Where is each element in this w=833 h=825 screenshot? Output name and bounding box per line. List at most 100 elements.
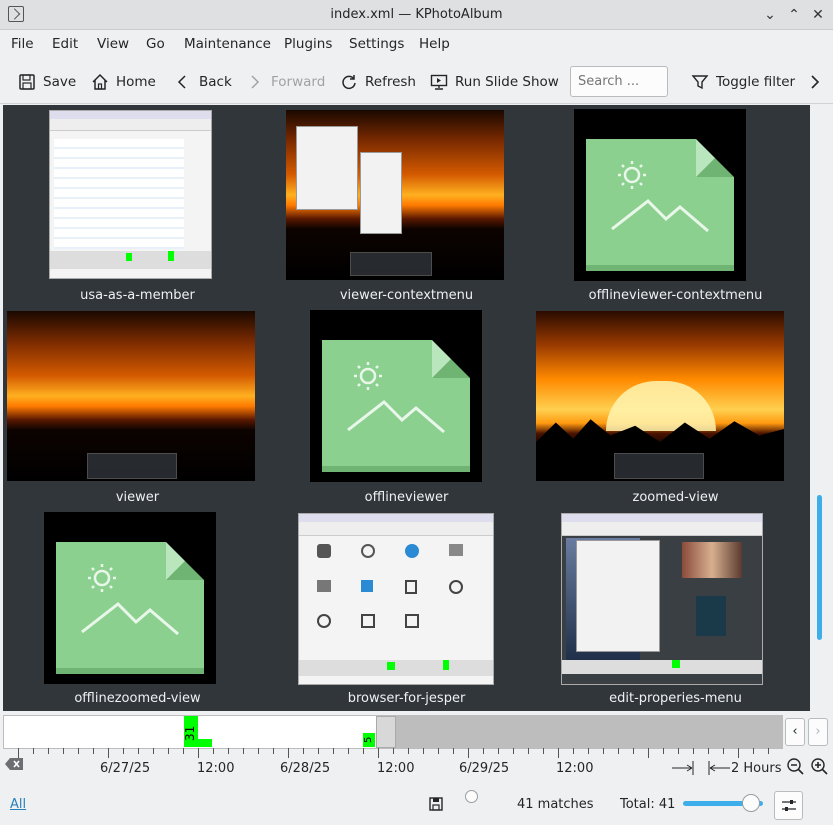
menu-bar: File Edit View Go Maintenance Plugins Se… xyxy=(0,31,833,57)
menu-plugins[interactable]: Plugins xyxy=(284,36,332,52)
ruler-tick xyxy=(738,748,739,758)
ruler-tick xyxy=(483,748,484,754)
ruler-tick xyxy=(513,748,514,754)
thumbnail-item[interactable]: viewer xyxy=(3,306,272,506)
maximize-icon[interactable]: ⌃ xyxy=(784,5,804,25)
time-label: 12:00 xyxy=(556,761,594,776)
run-slide-show-button[interactable]: Run Slide Show xyxy=(430,71,559,93)
thumbnail-caption: viewer-contextmenu xyxy=(339,288,474,303)
date-bar-focus-handle[interactable] xyxy=(376,716,396,748)
thumbnail-image[interactable] xyxy=(298,513,494,685)
ruler-tick xyxy=(333,748,334,754)
ruler-tick xyxy=(423,748,424,754)
ruler-tick xyxy=(648,748,649,758)
date-bar-count-label: 5 xyxy=(363,736,374,744)
ruler-tick xyxy=(693,748,694,754)
ruler-tick xyxy=(363,748,364,754)
settings-toggle-button[interactable] xyxy=(774,791,803,820)
title-bar: index.xml — KPhotoAlbum ⌄ ⌃ ✕ xyxy=(0,0,833,30)
ruler-tick xyxy=(318,748,319,754)
menu-help[interactable]: Help xyxy=(419,36,450,52)
back-button[interactable]: Back xyxy=(174,71,232,93)
ruler-tick xyxy=(228,748,229,754)
thumbnail-item[interactable]: offlineviewer xyxy=(272,306,541,506)
ruler-tick xyxy=(213,748,214,754)
home-button[interactable]: Home xyxy=(91,71,156,93)
ruler-tick xyxy=(348,748,349,754)
date-label: 6/27/25 xyxy=(100,761,151,776)
save-icon xyxy=(19,74,35,90)
thumbnail-item[interactable]: offlineviewer-contextmenu xyxy=(541,105,810,305)
zoom-in-icon[interactable] xyxy=(810,757,828,775)
ruler-tick xyxy=(63,748,64,754)
menu-file[interactable]: File xyxy=(11,36,34,52)
thumbnail-image[interactable] xyxy=(536,311,784,481)
thumbnail-item[interactable]: edit-properies-menu xyxy=(541,508,810,708)
thumbnail-size-slider-handle[interactable] xyxy=(742,794,760,812)
refresh-button[interactable]: Refresh xyxy=(340,71,416,93)
ruler-tick xyxy=(273,748,274,754)
ruler-tick xyxy=(663,748,664,754)
ruler-tick xyxy=(243,748,244,754)
sliders-icon xyxy=(782,800,796,811)
offline-file-thumbnail[interactable] xyxy=(310,310,482,482)
minimize-icon[interactable]: ⌄ xyxy=(760,5,780,25)
filter-icon xyxy=(691,75,709,90)
ruler-tick xyxy=(258,748,259,754)
date-label: 6/28/25 xyxy=(280,761,331,776)
ruler-tick xyxy=(138,748,139,754)
thumbnail-image[interactable] xyxy=(286,110,504,280)
thumbnail-item[interactable]: zoomed-view xyxy=(536,306,810,506)
status-bar: All 41 matches Total: 41 xyxy=(0,787,833,825)
zoom-out-icon[interactable] xyxy=(786,757,804,775)
slideshow-icon xyxy=(430,74,448,90)
time-label: 12:00 xyxy=(377,761,415,776)
search-input[interactable] xyxy=(570,66,668,97)
offline-file-thumbnail[interactable] xyxy=(44,512,216,684)
date-bar-previous-button[interactable]: ‹ xyxy=(785,718,805,746)
save-button[interactable]: Save xyxy=(18,71,76,93)
thumbnail-image[interactable] xyxy=(49,110,212,279)
refresh-icon xyxy=(342,75,356,90)
image-placeholder-icon xyxy=(611,161,709,233)
toolbar: Save Home Back Forward Refresh Run Slide… xyxy=(0,58,833,104)
vertical-scrollbar[interactable] xyxy=(810,105,830,711)
toolbar-overflow-icon[interactable] xyxy=(808,74,822,90)
menu-settings[interactable]: Settings xyxy=(349,36,404,52)
menu-go[interactable]: Go xyxy=(146,36,165,52)
ruler-tick xyxy=(108,748,109,758)
thumbnail-view[interactable]: usa-as-a-member viewer-contextmenu offli… xyxy=(3,105,810,711)
thumbnail-item[interactable]: offlinezoomed-view xyxy=(3,508,272,708)
thumbnail-caption: offlineviewer xyxy=(364,490,449,505)
ruler-tick xyxy=(468,748,469,758)
ruler-tick xyxy=(183,748,184,754)
menu-maintenance[interactable]: Maintenance xyxy=(184,36,271,52)
ruler-tick xyxy=(573,748,574,754)
menu-edit[interactable]: Edit xyxy=(52,36,78,52)
ruler-tick xyxy=(48,748,49,754)
forward-button[interactable]: Forward xyxy=(246,71,325,93)
clear-selection-icon[interactable] xyxy=(4,757,24,771)
offline-file-thumbnail[interactable] xyxy=(574,109,746,281)
thumbnail-item[interactable]: browser-for-jesper xyxy=(272,508,541,708)
save-status-icon xyxy=(429,797,443,811)
date-bar[interactable]: 31 5 xyxy=(3,715,783,749)
thumbnail-item[interactable]: usa-as-a-member xyxy=(3,105,272,305)
menu-view[interactable]: View xyxy=(97,36,129,52)
ruler-tick xyxy=(198,748,199,758)
ruler-tick xyxy=(753,748,754,754)
ruler-tick xyxy=(153,748,154,754)
scrollbar-thumb[interactable] xyxy=(817,495,822,640)
ruler-tick xyxy=(438,748,439,754)
toggle-filter-button[interactable]: Toggle filter xyxy=(691,71,795,93)
thumbnail-image[interactable] xyxy=(561,513,763,685)
home-icon xyxy=(92,73,108,90)
date-bar-next-button[interactable]: › xyxy=(808,718,828,746)
thumbnail-image[interactable] xyxy=(7,311,255,481)
all-link[interactable]: All xyxy=(10,797,26,812)
thumbnail-item[interactable]: viewer-contextmenu xyxy=(272,105,541,305)
ruler-tick xyxy=(498,748,499,754)
close-icon[interactable]: ✕ xyxy=(808,5,828,25)
date-bar-histogram-bar[interactable] xyxy=(198,739,212,747)
thumbnail-caption: offlinezoomed-view xyxy=(74,691,201,706)
